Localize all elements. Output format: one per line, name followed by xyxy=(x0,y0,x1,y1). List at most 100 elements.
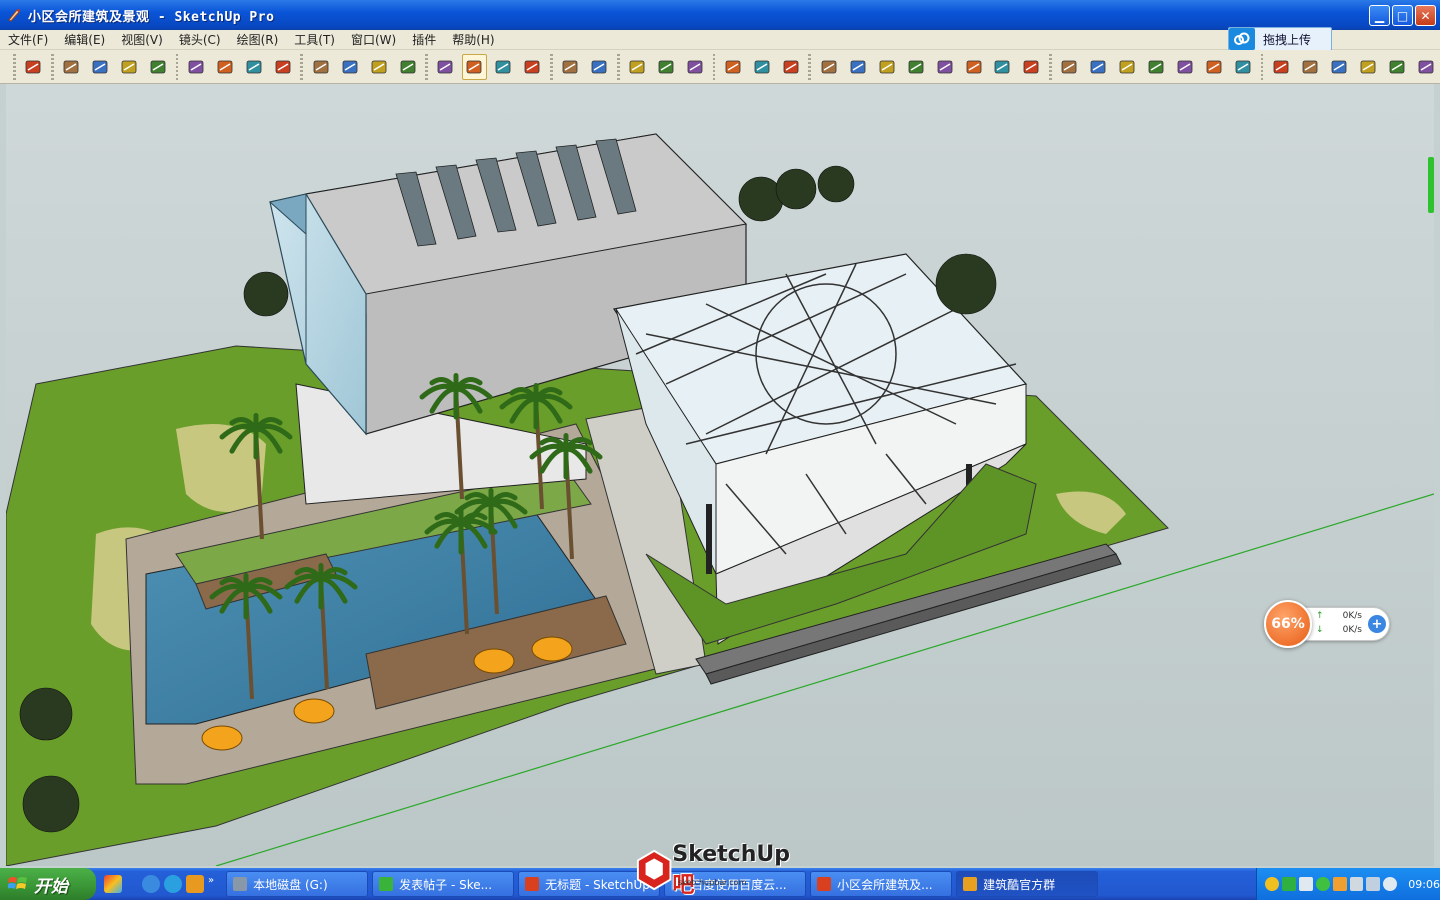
toolbar-grip[interactable] xyxy=(616,53,620,80)
circle-icon[interactable] xyxy=(117,54,142,80)
toolbar-grip[interactable] xyxy=(175,53,179,80)
section-plane-icon[interactable] xyxy=(816,54,841,80)
shield-icon[interactable] xyxy=(1281,877,1296,891)
toolbar-grip[interactable] xyxy=(300,53,304,80)
toolbar-grip[interactable] xyxy=(712,53,716,80)
iso-view-icon[interactable] xyxy=(845,54,870,80)
chevron-right-icon[interactable]: » xyxy=(208,875,214,893)
toolbar-grip[interactable] xyxy=(1048,53,1052,80)
network-icon[interactable] xyxy=(1298,877,1313,891)
left-view-icon[interactable] xyxy=(990,54,1015,80)
text-icon[interactable] xyxy=(1173,54,1198,80)
task-app-icon xyxy=(817,877,832,891)
xray-icon[interactable] xyxy=(1019,54,1044,80)
eraser-icon[interactable] xyxy=(212,54,237,80)
qq-icon[interactable] xyxy=(1265,877,1279,891)
window-title: 小区会所建筑及景观 - SketchUp Pro xyxy=(28,9,275,25)
plus-icon[interactable]: + xyxy=(1368,615,1386,633)
browser-icon[interactable] xyxy=(164,875,182,893)
drag-upload-button[interactable]: 拖拽上传 xyxy=(1228,27,1332,51)
offset-icon[interactable] xyxy=(1231,54,1256,80)
minimize-button[interactable]: ▁ xyxy=(1369,5,1390,26)
memory-percent[interactable]: 66% xyxy=(1264,600,1312,648)
3d-text-icon[interactable] xyxy=(1202,54,1227,80)
arc-icon[interactable] xyxy=(146,54,171,80)
temperature-icon[interactable] xyxy=(1366,877,1381,891)
volume-icon[interactable] xyxy=(1349,877,1364,891)
drape-icon[interactable] xyxy=(1355,54,1380,80)
flip-edge-icon[interactable] xyxy=(1413,54,1438,80)
make-component-icon[interactable] xyxy=(183,54,208,80)
look-around-icon[interactable] xyxy=(683,54,708,80)
app-launcher-icon[interactable] xyxy=(104,875,122,893)
toolbar-grip[interactable] xyxy=(1260,53,1264,80)
toolbar-grip[interactable] xyxy=(425,53,428,80)
right-view-icon[interactable] xyxy=(932,54,957,80)
menu-tools[interactable]: 工具(T) xyxy=(286,31,343,48)
move-icon[interactable] xyxy=(337,54,362,80)
tape-icon[interactable] xyxy=(1057,54,1082,80)
down-arrow-icon: ↓ xyxy=(1316,625,1324,635)
share-model-icon[interactable] xyxy=(749,54,774,80)
taskbar-item[interactable]: 小区会所建筑及... xyxy=(810,871,953,897)
close-button[interactable]: ✕ xyxy=(1415,5,1436,26)
toolbar-grip[interactable] xyxy=(549,53,553,80)
toolbar-grip[interactable] xyxy=(50,53,54,80)
position-camera-icon[interactable] xyxy=(625,54,650,80)
display-icon[interactable] xyxy=(1383,877,1398,891)
walk-icon[interactable] xyxy=(654,54,679,80)
maximize-button[interactable]: □ xyxy=(1392,5,1413,26)
media-icon[interactable] xyxy=(186,875,204,893)
push-pull-icon[interactable] xyxy=(308,54,333,80)
toolbar-grip[interactable] xyxy=(808,53,812,80)
taskbar-item[interactable]: 建筑酷官方群 xyxy=(956,871,1099,897)
menu-view[interactable]: 视图(V) xyxy=(113,31,171,48)
add-detail-icon[interactable] xyxy=(1384,54,1409,80)
quick-launch: » xyxy=(96,875,222,893)
pencil-icon[interactable] xyxy=(59,54,84,80)
select-icon[interactable] xyxy=(21,54,46,80)
zoom-extents-icon[interactable] xyxy=(520,54,545,80)
scroll-indicator[interactable] xyxy=(1428,157,1434,213)
rotate-icon[interactable] xyxy=(366,54,391,80)
next-view-icon[interactable] xyxy=(587,54,612,80)
start-button[interactable]: 开始 xyxy=(0,868,96,900)
menu-draw[interactable]: 绘图(R) xyxy=(229,31,287,48)
upload-speed: 0K/s xyxy=(1342,611,1362,621)
watermark-brand: SketchUp xyxy=(672,841,790,867)
back-view-icon[interactable] xyxy=(961,54,986,80)
share-component-icon[interactable] xyxy=(778,54,803,80)
menu-edit[interactable]: 编辑(E) xyxy=(56,31,113,48)
menu-window[interactable]: 窗口(W) xyxy=(343,31,404,48)
top-view-icon[interactable] xyxy=(874,54,899,80)
menu-file[interactable]: 文件(F) xyxy=(0,31,56,48)
rectangle-icon[interactable] xyxy=(88,54,113,80)
axes-icon[interactable] xyxy=(1115,54,1140,80)
taskbar-item[interactable]: 发表帖子 - Ske... xyxy=(372,871,515,897)
menu-help[interactable]: 帮助(H) xyxy=(444,31,502,48)
front-view-icon[interactable] xyxy=(903,54,928,80)
ie-browser-icon[interactable] xyxy=(142,875,160,893)
sandbox-icon[interactable] xyxy=(1268,54,1293,80)
previous-view-icon[interactable] xyxy=(558,54,583,80)
smoove-icon[interactable] xyxy=(1297,54,1322,80)
paint-bucket-icon[interactable] xyxy=(270,54,295,80)
menu-camera[interactable]: 镜头(C) xyxy=(171,31,229,48)
pan-icon[interactable] xyxy=(461,53,487,80)
toolbar-grip[interactable] xyxy=(13,53,16,80)
net-speed-widget[interactable]: 66% ↑ 0K/s ↓ 0K/s + xyxy=(1264,600,1392,648)
security-icon[interactable] xyxy=(1332,877,1347,891)
menu-plugins[interactable]: 插件 xyxy=(404,31,444,48)
stamp-icon[interactable] xyxy=(1326,54,1351,80)
taskbar-item[interactable]: 本地磁盘 (G:) xyxy=(226,871,369,897)
get-models-icon[interactable] xyxy=(720,54,745,80)
dimension-icon[interactable] xyxy=(1144,54,1169,80)
orbit-icon[interactable] xyxy=(433,54,458,80)
protractor-icon[interactable] xyxy=(1086,54,1111,80)
model-viewport[interactable] xyxy=(6,84,1434,866)
tape-measure-icon[interactable] xyxy=(241,54,266,80)
plus-green-icon[interactable] xyxy=(1315,877,1330,891)
follow-me-icon[interactable] xyxy=(395,54,420,80)
zoom-icon[interactable] xyxy=(491,54,516,80)
task-app-icon xyxy=(525,877,540,891)
